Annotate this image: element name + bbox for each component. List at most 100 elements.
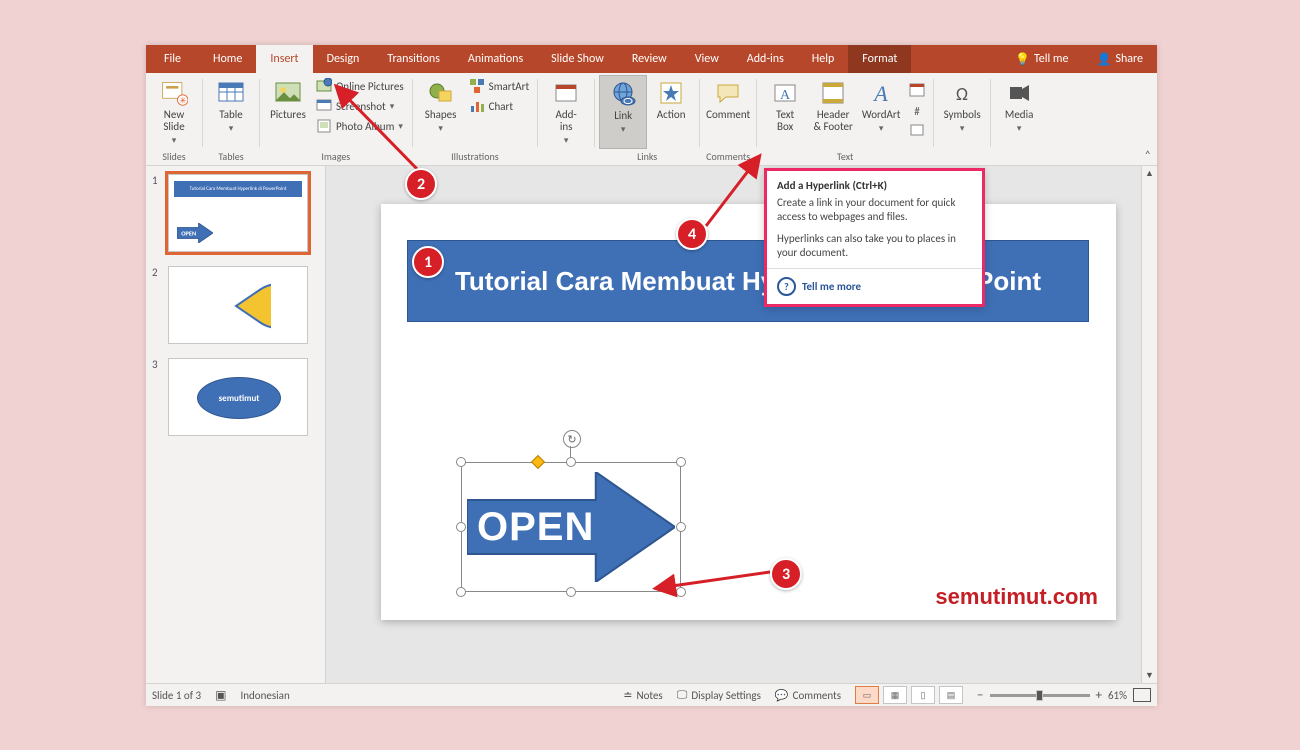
tab-transitions[interactable]: Transitions — [373, 45, 454, 73]
callout-3: 3 — [770, 558, 802, 590]
svg-text:OPEN: OPEN — [181, 230, 196, 238]
symbols-icon: Ω — [948, 79, 976, 107]
tab-help[interactable]: Help — [798, 45, 849, 73]
vertical-scrollbar[interactable]: ▲ ▼ — [1141, 166, 1157, 683]
text-extra-2[interactable]: # — [905, 101, 929, 119]
header-footer-button[interactable]: Header & Footer — [809, 75, 857, 149]
chart-button[interactable]: Chart — [465, 97, 534, 115]
tab-slideshow[interactable]: Slide Show — [537, 45, 618, 73]
chart-icon — [469, 98, 485, 114]
share-button[interactable]: 👤 Share — [1082, 45, 1157, 73]
normal-view-icon[interactable]: ▭ — [855, 686, 879, 704]
scroll-down-icon[interactable]: ▼ — [1142, 668, 1157, 683]
tab-home[interactable]: Home — [199, 45, 256, 73]
thumb-2-pacman-icon — [201, 281, 271, 331]
wordart-label: WordArt — [862, 109, 900, 121]
tell-me-more-label: Tell me more — [802, 280, 861, 293]
link-button[interactable]: Link — [599, 75, 647, 149]
tell-me-label: Tell me — [1034, 52, 1069, 66]
smartart-button[interactable]: SmartArt — [465, 77, 534, 95]
slide-counter[interactable]: Slide 1 of 3 — [152, 689, 201, 702]
action-button[interactable]: Action — [647, 75, 695, 149]
comment-label: Comment — [706, 109, 750, 121]
notes-button[interactable]: ≐Notes — [623, 689, 662, 702]
wordart-button[interactable]: A WordArt — [857, 75, 905, 149]
scroll-up-icon[interactable]: ▲ — [1142, 166, 1157, 181]
zoom-slider-thumb[interactable] — [1036, 690, 1043, 701]
slide-thumb-2[interactable] — [168, 266, 308, 344]
smartart-icon — [469, 78, 485, 94]
svg-text:#: # — [914, 105, 920, 118]
display-settings-button[interactable]: 🖵Display Settings — [677, 688, 761, 702]
slide-thumbnails-pane: 1 Tutorial Cara Membuat Hyperlink di Pow… — [146, 166, 326, 683]
link-icon — [609, 80, 637, 108]
tab-file[interactable]: File — [146, 45, 199, 73]
language-status[interactable]: Indonesian — [240, 689, 289, 702]
group-links: Link Action — [595, 73, 699, 165]
group-symbols: Ω Symbols — [934, 73, 990, 165]
help-icon: ? — [777, 277, 796, 296]
fit-to-window-icon[interactable] — [1133, 688, 1151, 702]
text-extra-3[interactable] — [905, 121, 929, 139]
annotation-arrow-2 — [330, 80, 440, 180]
svg-text:A: A — [780, 88, 791, 103]
slide-title-banner[interactable]: Tutorial Cara Membuat Hyperlink di Power… — [407, 240, 1089, 322]
selected-arrow-shape[interactable]: OPEN — [461, 462, 681, 592]
header-footer-icon — [819, 79, 847, 107]
sorter-view-icon[interactable]: ▦ — [883, 686, 907, 704]
table-button[interactable]: Table — [207, 75, 255, 149]
arrow-text: OPEN — [461, 462, 681, 592]
share-icon: 👤 — [1096, 52, 1111, 67]
symbols-button[interactable]: Ω Symbols — [938, 75, 986, 162]
tooltip-title: Add a Hyperlink (Ctrl+K) — [767, 171, 982, 196]
tell-me[interactable]: 💡 Tell me — [1001, 45, 1082, 73]
pictures-label: Pictures — [270, 109, 306, 121]
slide-thumb-3[interactable]: semutimut — [168, 358, 308, 436]
group-slides: ✳ New Slide — [146, 73, 202, 165]
group-addins: Add- ins — [538, 73, 594, 165]
thumb-number: 2 — [152, 266, 162, 279]
tab-view[interactable]: View — [681, 45, 733, 73]
addins-button[interactable]: Add- ins — [542, 75, 590, 162]
new-slide-button[interactable]: ✳ New Slide — [150, 75, 198, 149]
addins-icon — [552, 79, 580, 107]
textbox-button[interactable]: A Text Box — [761, 75, 809, 149]
smartart-label: SmartArt — [489, 80, 530, 93]
media-icon — [1005, 79, 1033, 107]
media-button[interactable]: Media — [995, 75, 1043, 162]
annotation-arrow-4 — [702, 150, 782, 230]
tab-format[interactable]: Format — [848, 45, 911, 73]
slide-canvas[interactable]: Tutorial Cara Membuat Hyperlink di Power… — [381, 204, 1116, 620]
zoom-in-button[interactable]: + — [1096, 688, 1102, 703]
text-extra-1[interactable] — [905, 81, 929, 99]
status-bar: Slide 1 of 3 ▣ Indonesian ≐Notes 🖵Displa… — [146, 683, 1157, 706]
collapse-ribbon-icon[interactable]: ˄ — [1145, 149, 1151, 163]
thumb-3-oval: semutimut — [197, 377, 281, 419]
slideshow-view-icon[interactable]: ▤ — [939, 686, 963, 704]
tab-design[interactable]: Design — [313, 45, 374, 73]
comment-button[interactable]: Comment — [704, 75, 752, 149]
zoom-out-button[interactable]: − — [977, 688, 983, 703]
tab-insert[interactable]: Insert — [256, 45, 312, 73]
action-icon — [657, 79, 685, 107]
tooltip-body-2: Hyperlinks can also take you to places i… — [767, 232, 982, 268]
slide-canvas-wrap: Tutorial Cara Membuat Hyperlink di Power… — [326, 166, 1157, 683]
comments-status-button[interactable]: 💬Comments — [775, 689, 841, 702]
notes-icon: ≐ — [623, 689, 632, 702]
tab-review[interactable]: Review — [618, 45, 681, 73]
new-slide-icon: ✳ — [160, 79, 188, 107]
tab-addins[interactable]: Add-ins — [733, 45, 798, 73]
rotate-handle[interactable] — [563, 430, 581, 448]
powerpoint-window: File Home Insert Design Transitions Anim… — [146, 45, 1157, 706]
pictures-button[interactable]: Pictures — [264, 75, 312, 149]
thumb-1-banner: Tutorial Cara Membuat Hyperlink di Power… — [174, 181, 302, 197]
svg-text:✳: ✳ — [179, 97, 187, 107]
callout-1: 1 — [412, 246, 444, 278]
tab-animations[interactable]: Animations — [454, 45, 537, 73]
zoom-percent[interactable]: 61% — [1108, 689, 1127, 702]
reading-view-icon[interactable]: ▯ — [911, 686, 935, 704]
tooltip-tell-me-more[interactable]: ? Tell me more — [767, 269, 982, 304]
spellcheck-icon[interactable]: ▣ — [215, 688, 226, 703]
slide-thumb-1[interactable]: Tutorial Cara Membuat Hyperlink di Power… — [168, 174, 308, 252]
zoom-slider[interactable] — [990, 694, 1090, 697]
